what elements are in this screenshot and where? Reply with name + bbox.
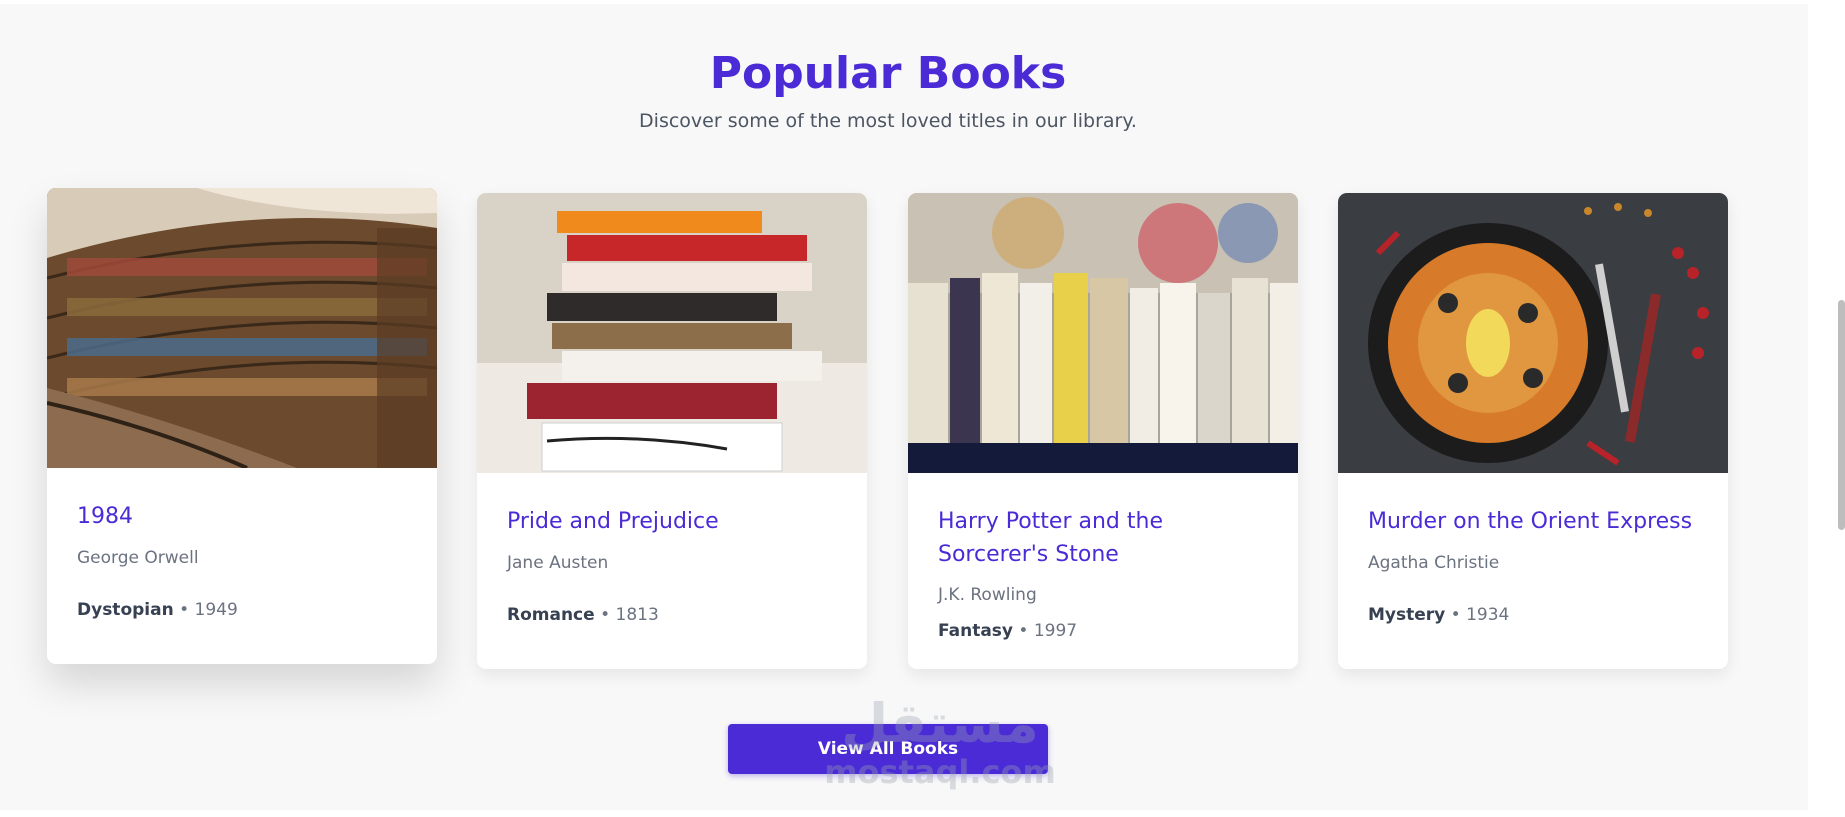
- book-meta: Mystery • 1934: [1368, 605, 1509, 625]
- book-card-1984[interactable]: 1984 George Orwell Dystopian • 1949: [47, 188, 437, 664]
- book-genre: Mystery: [1368, 605, 1446, 625]
- book-year: 1934: [1466, 605, 1510, 625]
- book-year: 1949: [194, 600, 238, 620]
- book-meta: Romance • 1813: [507, 605, 659, 625]
- meta-separator: •: [594, 605, 616, 625]
- book-title[interactable]: Pride and Prejudice: [507, 505, 847, 538]
- book-year: 1997: [1033, 621, 1078, 641]
- book-card-harry-potter[interactable]: Harry Potter and the Sorcerer's Stone J.…: [908, 193, 1298, 669]
- book-card-pride-and-prejudice[interactable]: Pride and Prejudice Jane Austen Romance …: [477, 193, 867, 669]
- popular-books-section: Popular Books Discover some of the most …: [0, 4, 1808, 810]
- meta-separator: •: [1445, 605, 1467, 625]
- view-all-books-button[interactable]: View All Books: [728, 724, 1048, 774]
- book-card-murder-orient-express[interactable]: Murder on the Orient Express Agatha Chri…: [1338, 193, 1728, 669]
- stacked-books-image: [477, 193, 867, 473]
- section-subtitle: Discover some of the most loved titles i…: [639, 110, 1137, 132]
- vertical-scrollbar[interactable]: [1838, 300, 1845, 530]
- book-author: Agatha Christie: [1368, 553, 1500, 573]
- book-meta: Fantasy • 1997: [938, 621, 1077, 641]
- book-genre: Dystopian: [77, 600, 174, 620]
- book-author: J.K. Rowling: [938, 585, 1037, 605]
- book-title[interactable]: Harry Potter and the Sorcerer's Stone: [938, 505, 1278, 571]
- book-meta: Dystopian • 1949: [77, 600, 238, 620]
- paella-pan-image: [1338, 193, 1728, 473]
- book-genre: Romance: [507, 605, 595, 625]
- book-author: George Orwell: [77, 548, 199, 568]
- page: Popular Books Discover some of the most …: [0, 0, 1845, 817]
- meta-separator: •: [173, 600, 195, 620]
- book-year: 1813: [615, 605, 659, 625]
- book-genre: Fantasy: [938, 621, 1013, 641]
- library-shelves-image: [47, 188, 437, 468]
- meta-separator: •: [1013, 621, 1034, 641]
- section-title: Popular Books: [709, 48, 1067, 99]
- book-title[interactable]: Murder on the Orient Express: [1368, 505, 1708, 538]
- books-row-image: [908, 193, 1298, 473]
- book-title[interactable]: 1984: [77, 500, 417, 533]
- book-author: Jane Austen: [507, 553, 609, 573]
